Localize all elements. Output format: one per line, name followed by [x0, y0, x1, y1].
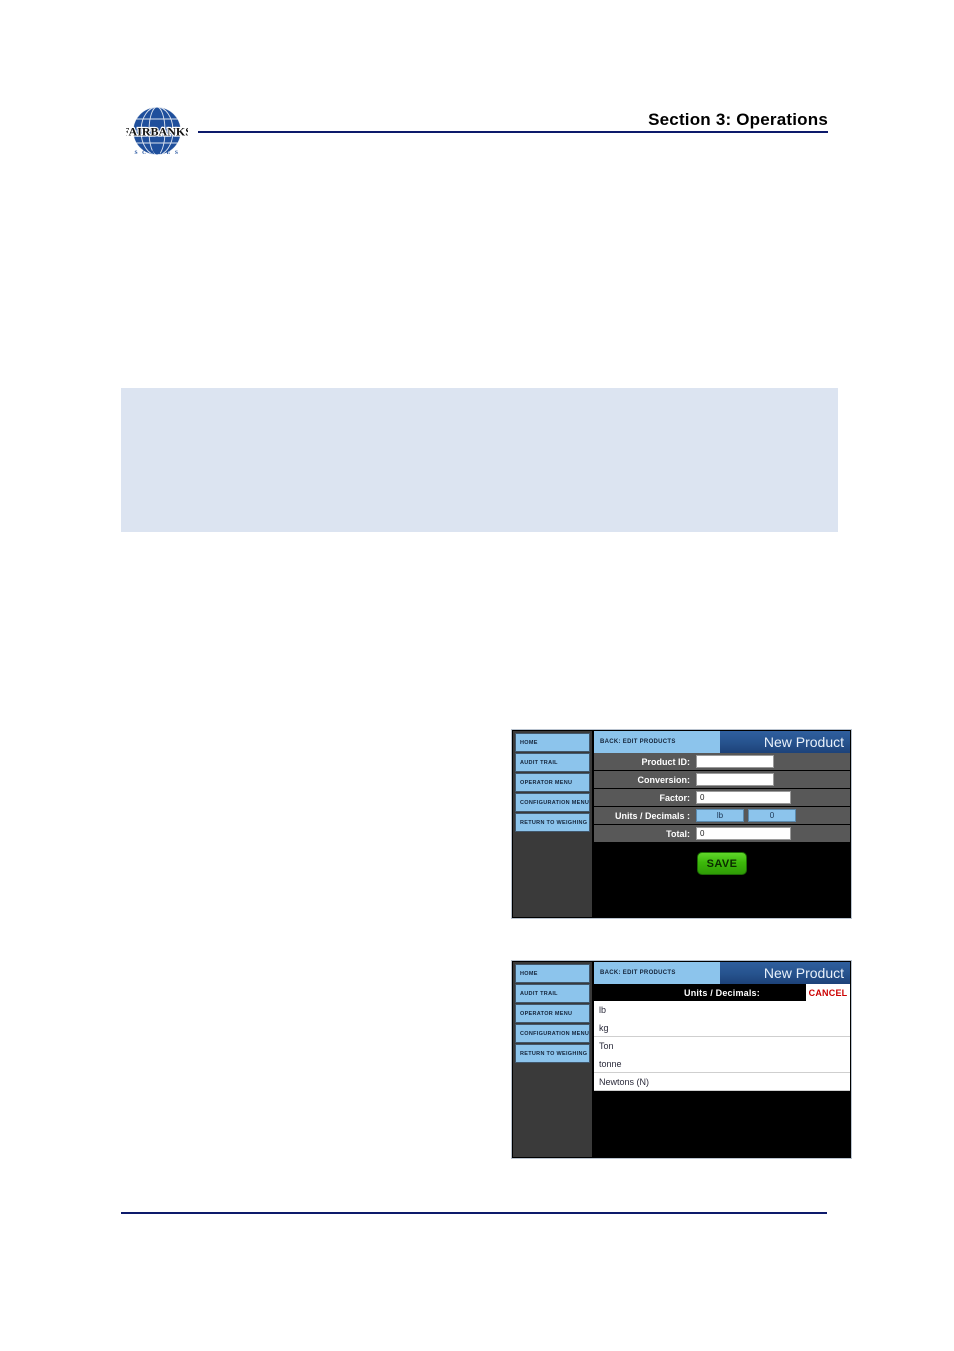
units-selector-button[interactable]: lb — [696, 809, 744, 822]
form-row-product-id: Product ID: — [594, 753, 850, 771]
footer-divider-rule — [121, 1212, 827, 1214]
units-decimals-label: Units / Decimals : — [614, 810, 690, 821]
back-to-edit-products-button[interactable]: BACK: EDIT PRODUCTS — [594, 962, 720, 984]
decimals-selector-button[interactable]: 0 — [748, 809, 796, 822]
sidebar-item-label: OPERATOR MENU — [520, 1010, 573, 1017]
fairbanks-scales-logo: FAIRBANKS S C A L E S — [126, 104, 188, 162]
device-screenshot-new-product: HOME AUDIT TRAIL OPERATOR MENU CONFIGURA… — [512, 730, 851, 918]
cancel-button[interactable]: CANCEL — [806, 984, 850, 1001]
conversion-label: Conversion: — [637, 774, 690, 785]
note-callout-box — [121, 388, 838, 532]
page-header: FAIRBANKS S C A L E S Section 3: Operati… — [0, 0, 954, 170]
save-button-label: SAVE — [706, 857, 738, 870]
factor-input[interactable]: 0 — [696, 791, 791, 804]
sidebar-item-label: OPERATOR MENU — [520, 779, 573, 786]
sidebar-item-label: CONFIGURATION MENU — [520, 1030, 590, 1037]
list-item-label: tonne — [599, 1058, 622, 1069]
sidebar-item-label: RETURN TO WEIGHING — [520, 1050, 588, 1057]
form-row-total: Total: 0 — [594, 825, 850, 843]
device-screenshot-units-decimals-picker: HOME AUDIT TRAIL OPERATOR MENU CONFIGURA… — [512, 961, 851, 1158]
form-row-conversion: Conversion: — [594, 771, 850, 789]
device-titlebar: BACK: EDIT PRODUCTS New Product — [594, 962, 850, 984]
device-main-pane: BACK: EDIT PRODUCTS New Product Product … — [594, 731, 850, 917]
list-item[interactable]: Newtons (N) — [594, 1073, 850, 1091]
picker-empty-area — [594, 1091, 850, 1157]
form-row-factor: Factor: 0 — [594, 789, 850, 807]
device-sidebar: HOME AUDIT TRAIL OPERATOR MENU CONFIGURA… — [513, 962, 594, 1157]
sidebar-item-home[interactable]: HOME — [515, 733, 590, 752]
logo-subtext: S C A L E S — [135, 150, 180, 156]
header-divider-rule — [198, 131, 828, 133]
conversion-input[interactable] — [696, 773, 774, 786]
sidebar-item-label: HOME — [520, 739, 538, 746]
units-option-list: lb kg Ton tonne Newtons (N) — [594, 1001, 850, 1091]
screen-title-label: New Product — [763, 965, 844, 981]
factor-label: Factor: — [659, 792, 690, 803]
sidebar-item-label: RETURN TO WEIGHING — [520, 819, 588, 826]
form-row-units-decimals: Units / Decimals : lb 0 — [594, 807, 850, 825]
list-item[interactable]: Ton — [594, 1037, 850, 1055]
sidebar-item-operator-menu[interactable]: OPERATOR MENU — [515, 773, 590, 792]
sidebar-item-audit-trail[interactable]: AUDIT TRAIL — [515, 753, 590, 772]
list-item[interactable]: kg — [594, 1019, 850, 1037]
save-button[interactable]: SAVE — [697, 852, 747, 875]
product-id-input[interactable] — [696, 755, 774, 768]
device-sidebar: HOME AUDIT TRAIL OPERATOR MENU CONFIGURA… — [513, 731, 594, 917]
back-button-label: BACK: EDIT PRODUCTS — [600, 970, 676, 976]
list-item-label: Ton — [599, 1040, 614, 1051]
list-item-label: kg — [599, 1022, 609, 1033]
sidebar-item-configuration-menu[interactable]: CONFIGURATION MENU — [515, 793, 590, 812]
picker-header: Units / Decimals: CANCEL — [594, 984, 850, 1001]
list-item-label: lb — [599, 1004, 607, 1015]
screen-title: New Product — [720, 731, 850, 753]
sidebar-item-operator-menu[interactable]: OPERATOR MENU — [515, 1004, 590, 1023]
list-item[interactable]: tonne — [594, 1055, 850, 1073]
note-callout-text — [121, 388, 838, 408]
total-input[interactable]: 0 — [696, 827, 791, 840]
sidebar-item-label: AUDIT TRAIL — [520, 759, 558, 766]
page-header-section-title: Section 3: Operations — [648, 110, 828, 129]
sidebar-item-label: HOME — [520, 970, 538, 977]
screen-title: New Product — [720, 962, 850, 984]
sidebar-item-audit-trail[interactable]: AUDIT TRAIL — [515, 984, 590, 1003]
sidebar-item-label: CONFIGURATION MENU — [520, 799, 590, 806]
picker-title: Units / Decimals: — [684, 987, 760, 998]
list-item-label: Newtons (N) — [599, 1076, 650, 1087]
sidebar-item-return-to-weighing[interactable]: RETURN TO WEIGHING — [515, 1044, 590, 1063]
screen-title-label: New Product — [763, 734, 844, 750]
total-label: Total: — [666, 828, 690, 839]
sidebar-item-label: AUDIT TRAIL — [520, 990, 558, 997]
list-item[interactable]: lb — [594, 1001, 850, 1019]
product-id-label: Product ID: — [641, 756, 691, 767]
sidebar-item-return-to-weighing[interactable]: RETURN TO WEIGHING — [515, 813, 590, 832]
device-action-area: SAVE — [594, 843, 850, 917]
sidebar-item-home[interactable]: HOME — [515, 964, 590, 983]
back-to-edit-products-button[interactable]: BACK: EDIT PRODUCTS — [594, 731, 720, 753]
back-button-label: BACK: EDIT PRODUCTS — [600, 739, 676, 745]
logo-wordmark: FAIRBANKS — [126, 125, 188, 139]
cancel-button-label: CANCEL — [808, 987, 848, 998]
device-main-pane: BACK: EDIT PRODUCTS New Product Units / … — [594, 962, 850, 1157]
device-titlebar: BACK: EDIT PRODUCTS New Product — [594, 731, 850, 753]
sidebar-item-configuration-menu[interactable]: CONFIGURATION MENU — [515, 1024, 590, 1043]
